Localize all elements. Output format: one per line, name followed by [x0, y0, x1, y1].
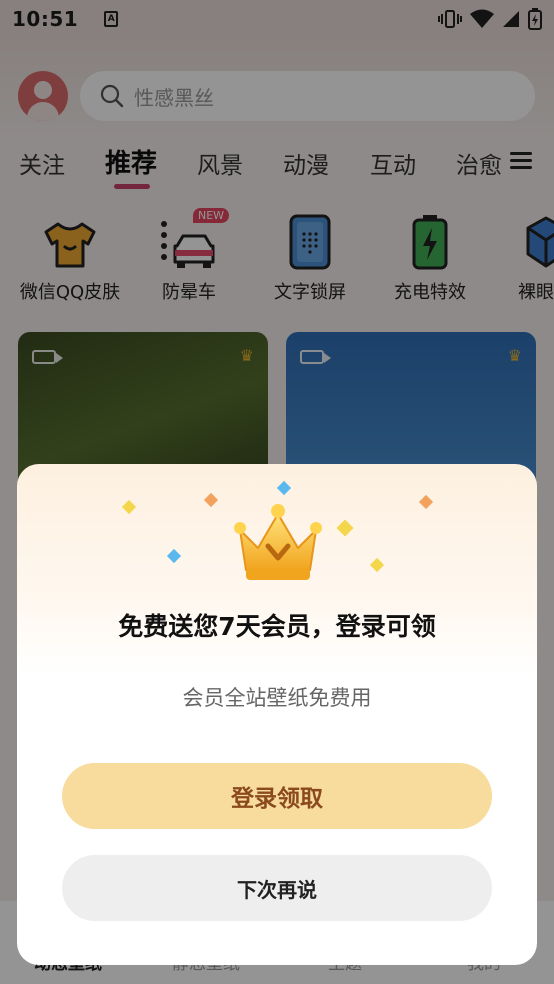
confetti	[418, 494, 434, 510]
confetti	[203, 492, 219, 508]
dialog-title: 免费送您7天会员，登录可领	[118, 612, 436, 641]
dialog-subtitle: 会员全站壁纸免费用	[182, 686, 372, 710]
confetti	[336, 519, 354, 537]
confetti	[166, 548, 182, 564]
maybe-later-button[interactable]: 下次再说	[62, 855, 492, 921]
screen: 10:51 A 性感黑丝 关注 推荐 风景 动漫 互动 治愈 微信QQ皮肤 NE…	[0, 0, 554, 984]
confetti	[369, 557, 385, 573]
login-claim-button[interactable]: 登录领取	[62, 763, 492, 829]
crown-icon	[234, 504, 322, 580]
confetti	[276, 480, 292, 496]
confetti	[121, 499, 137, 515]
membership-dialog: 免费送您7天会员，登录可领 会员全站壁纸免费用 登录领取 下次再说	[17, 464, 537, 965]
